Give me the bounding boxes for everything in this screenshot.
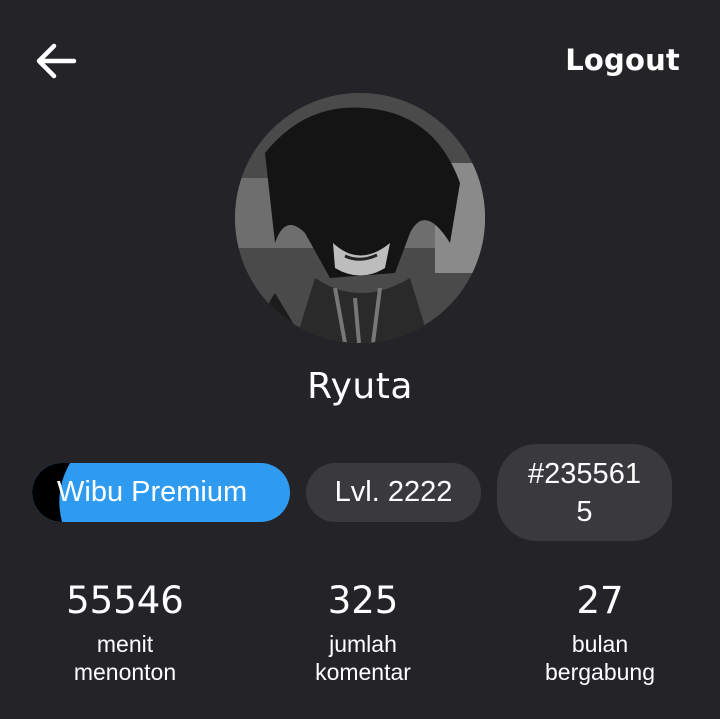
level-badge[interactable]: Lvl. 2222 bbox=[306, 463, 481, 522]
stat-months-joined: 27 bulan bergabung bbox=[490, 578, 710, 686]
stat-label: bulan bergabung bbox=[545, 631, 655, 685]
stat-watch-minutes: 55546 menit menonton bbox=[15, 578, 235, 686]
premium-badge[interactable]: Wibu Premium bbox=[32, 463, 290, 522]
stat-value: 55546 bbox=[66, 579, 184, 622]
stat-value: 325 bbox=[327, 579, 399, 622]
username: Ryuta bbox=[307, 366, 413, 407]
stat-label: menit menonton bbox=[73, 631, 177, 685]
stat-value: 27 bbox=[576, 579, 624, 622]
logout-button[interactable]: Logout bbox=[565, 40, 680, 80]
premium-label: Wibu Premium bbox=[57, 476, 248, 508]
user-avatar bbox=[235, 93, 485, 343]
user-id-badge[interactable]: #2355615 bbox=[497, 444, 672, 541]
level-label: Lvl. 2222 bbox=[334, 476, 453, 508]
arrow-left-icon bbox=[36, 43, 77, 79]
stat-comments: 325 jumlah komentar bbox=[253, 578, 473, 686]
back-button[interactable] bbox=[30, 36, 82, 88]
stat-label: jumlah komentar bbox=[315, 631, 411, 685]
user-id-label: #2355615 bbox=[528, 457, 641, 528]
